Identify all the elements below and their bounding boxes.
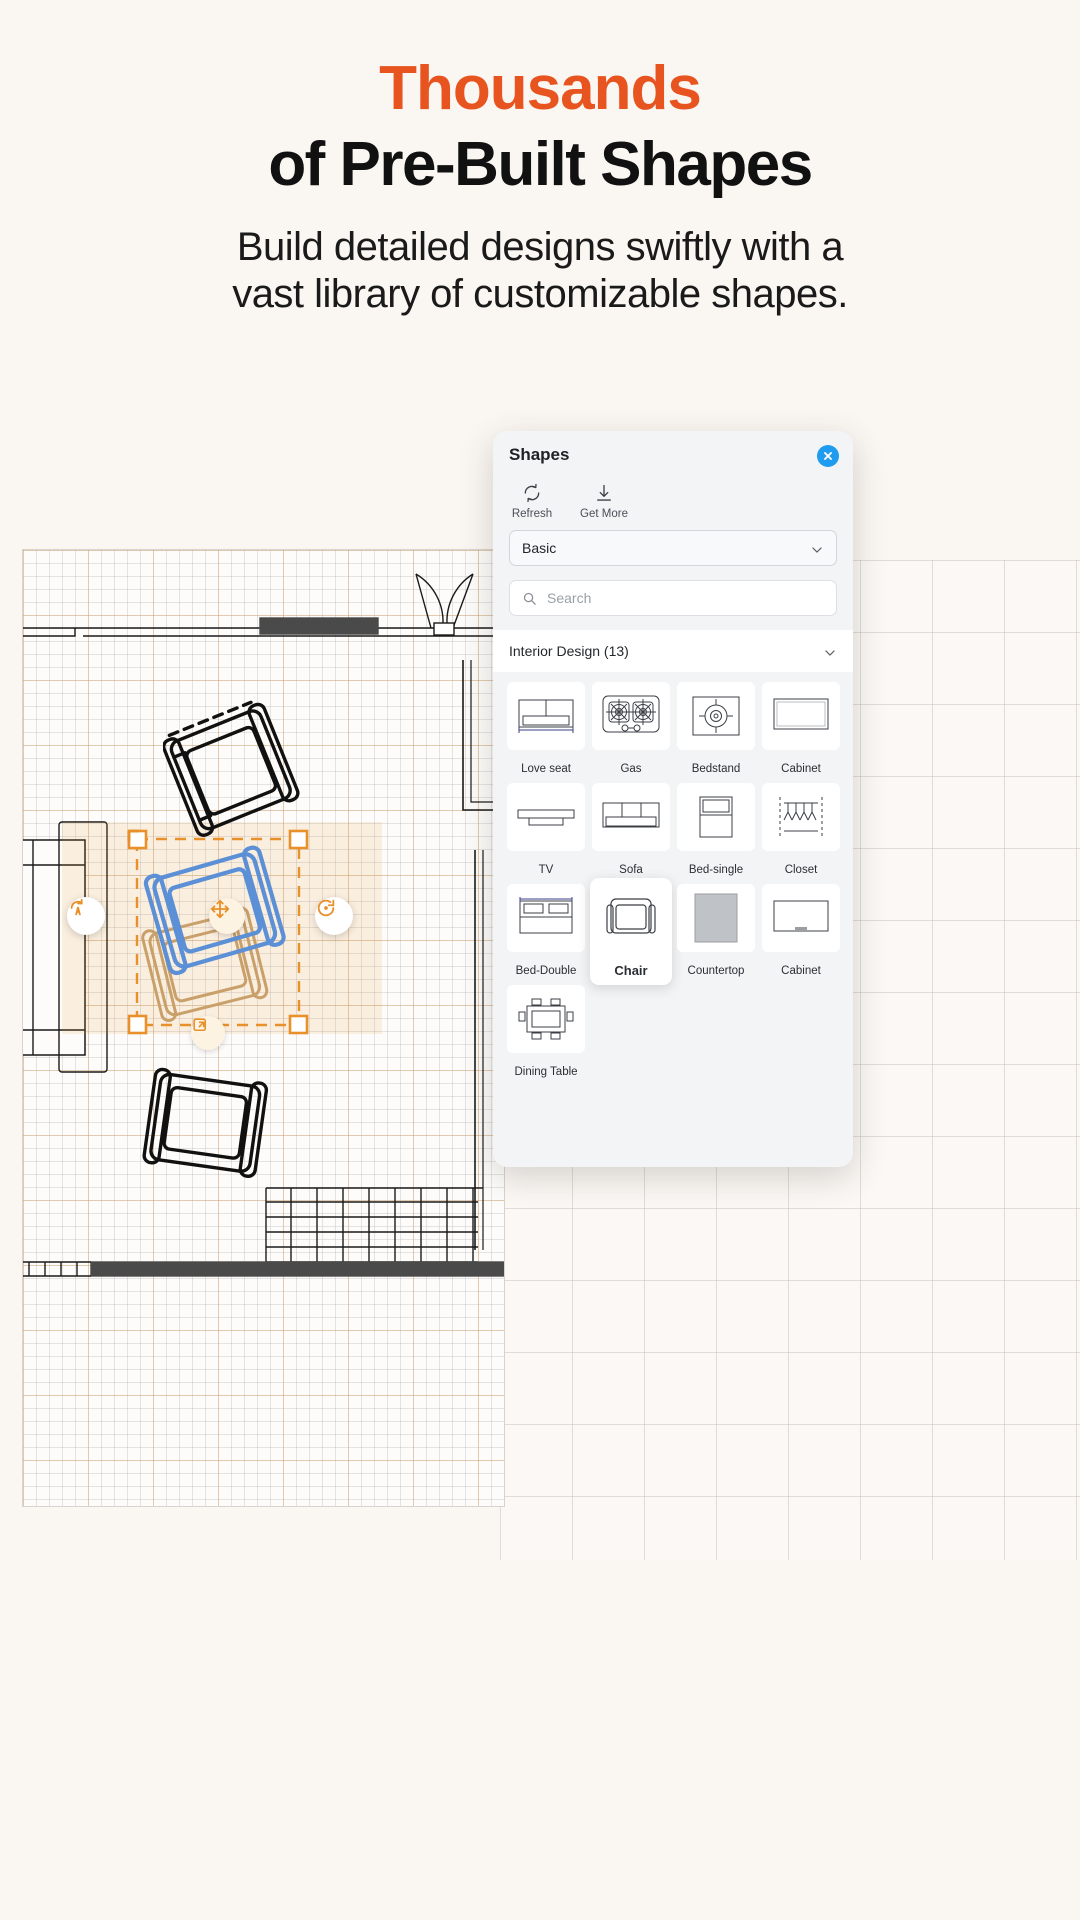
shape-item-dining-table[interactable]: Dining Table [507,985,585,1086]
category-label: Interior Design (13) [509,643,629,659]
shape-item-countertop[interactable]: Countertop [677,884,755,985]
shapes-panel[interactable]: Shapes Refresh Get More Basic Search Int… [493,431,853,1167]
search-placeholder: Search [547,590,592,606]
rotate-handle[interactable] [315,897,353,935]
shape-label: Gas [620,763,642,775]
countertop-glyph [694,893,738,943]
bedstand-shape [677,682,755,750]
cabinet-shape [762,682,840,750]
shape-item-closet[interactable]: Closet [762,783,840,884]
shape-label: Bed-Double [515,965,577,977]
resize-handle-br [288,1014,309,1035]
panel-toolbar: Refresh Get More [493,479,853,530]
shape-label: Closet [784,864,818,876]
search-icon [523,592,536,605]
shape-item-gas[interactable]: Gas [592,682,670,783]
shape-label: Countertop [687,965,745,977]
shape-item-cabinet-2[interactable]: Cabinet [762,884,840,985]
category-header[interactable]: Interior Design (13) [493,630,853,672]
flip-icon [70,898,83,916]
headline-line-1: Thousands [379,54,702,123]
shape-item-bed-double[interactable]: Bed-Double [507,884,585,985]
gas-stove-shape [592,682,670,750]
bed-single-shape [677,783,755,851]
shape-item-bedstand[interactable]: Bedstand [677,682,755,783]
shape-label: Bed-single [688,864,744,876]
close-panel-button[interactable] [817,445,839,467]
library-select-value: Basic [522,540,557,556]
flip-handle[interactable] [67,897,105,935]
duplicate-handle[interactable] [191,1016,225,1050]
shape-item-cabinet[interactable]: Cabinet [762,682,840,783]
subheadline-line-2: vast library of customizable shapes. [232,272,848,317]
love-seat-shape [507,682,585,750]
search-input[interactable]: Search [509,580,837,616]
shape-label: Bedstand [691,763,741,775]
shape-label: Cabinet [781,965,821,977]
countertop-shape [677,884,755,952]
closet-shape [762,783,840,851]
shape-item-sofa[interactable]: Sofa [592,783,670,884]
duplicate-icon [193,1018,207,1032]
subheadline-line-1: Build detailed designs swiftly with a [236,225,844,269]
sofa-shape [592,783,670,851]
selection-bounding-box[interactable] [123,825,313,1040]
shape-item-tv[interactable]: TV [507,783,585,884]
shapes-grid: Love seat Gas Bedstand Cabinet TV Sofa B… [493,672,853,1086]
shape-label: Chair [614,963,648,978]
shape-label: Dining Table [514,1066,578,1078]
chevron-down-icon [812,547,822,553]
close-icon [824,452,832,460]
refresh-label: Refresh [511,508,553,520]
floor-plan-canvas[interactable] [22,549,505,1507]
resize-handle-tl [127,829,148,850]
move-icon [210,899,230,919]
cabinet-2-shape [762,884,840,952]
library-select[interactable]: Basic [509,530,837,566]
shape-item-chair[interactable]: Chair [590,878,672,985]
headline-line-2: of Pre-Built Shapes [268,130,813,199]
shape-item-love-seat[interactable]: Love seat [507,682,585,783]
subheadline: Build detailed designs swiftly with a va… [0,196,1080,318]
shape-label: TV [538,864,554,876]
bed-double-shape [507,884,585,952]
download-icon [597,484,611,501]
armchair-shape-top[interactable] [163,700,303,840]
get-more-button[interactable]: Get More [580,483,628,520]
chair-shape [592,884,670,952]
dining-table-shape [507,985,585,1053]
shapes-panel-header: Shapes [493,431,853,479]
shape-item-bed-single[interactable]: Bed-single [677,783,755,884]
panel-title: Shapes [509,445,570,464]
refresh-button[interactable]: Refresh [509,483,555,520]
chevron-down-icon [825,650,835,656]
headline-block: Thousands of Pre-Built Shapes Build deta… [0,0,1080,318]
refresh-icon [524,483,540,503]
move-handle[interactable] [209,898,245,934]
rotate-icon [317,899,335,917]
get-more-label: Get More [580,508,628,520]
tv-shape [507,783,585,851]
armchair-shape-bottom[interactable] [141,1060,271,1190]
resize-handle-bl [127,1014,148,1035]
resize-handle-tr [288,829,309,850]
shape-label: Love seat [521,763,571,775]
shape-label: Cabinet [781,763,821,775]
